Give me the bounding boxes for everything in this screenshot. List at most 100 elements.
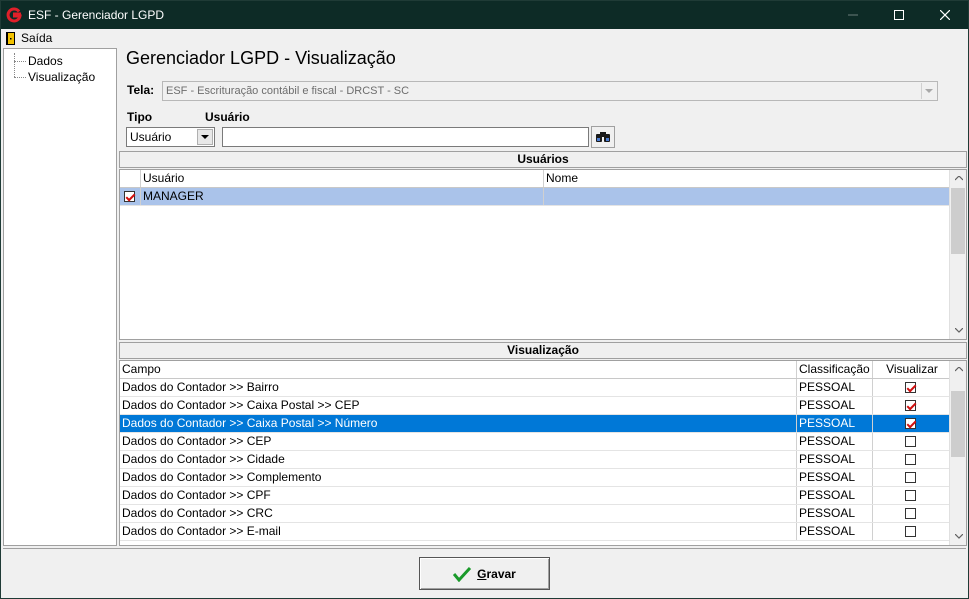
table-row[interactable]: Dados do Contador >> Caixa Postal >> CEP…: [120, 397, 949, 415]
minimize-icon: [848, 14, 858, 16]
visualizar-checkbox[interactable]: [905, 454, 916, 465]
scroll-thumb[interactable]: [951, 188, 965, 254]
table-row[interactable]: Dados do Contador >> E-mail PESSOAL: [120, 523, 949, 541]
cell-campo: Dados do Contador >> Caixa Postal >> CEP: [120, 397, 797, 414]
cell-usuario: MANAGER: [141, 188, 544, 205]
close-button[interactable]: [922, 1, 968, 29]
cell-classificacao: PESSOAL: [797, 469, 873, 486]
cell-campo: Dados do Contador >> Complemento: [120, 469, 797, 486]
gravar-button[interactable]: Gravar: [419, 557, 550, 590]
visualizar-checkbox[interactable]: [905, 436, 916, 447]
column-header-check: [120, 170, 141, 187]
visualizar-checkbox[interactable]: [905, 400, 916, 411]
usuarios-grid: Usuário Nome MANAGER: [119, 169, 967, 340]
row-check-cell: [120, 188, 141, 205]
door-exit-icon: [6, 31, 15, 45]
gravar-rest: ravar: [486, 566, 516, 581]
cell-visualizar: [873, 469, 949, 486]
cell-campo: Dados do Contador >> E-mail: [120, 523, 797, 540]
cell-campo: Dados do Contador >> CPF: [120, 487, 797, 504]
menu-exit-label: Saída: [21, 31, 53, 45]
usuario-input[interactable]: [222, 127, 589, 147]
table-row[interactable]: Dados do Contador >> CPF PESSOAL: [120, 487, 949, 505]
visualizar-checkbox[interactable]: [905, 382, 916, 393]
scroll-thumb[interactable]: [951, 391, 965, 457]
tela-select-value: ESF - Escrituração contábil e fiscal - D…: [166, 85, 410, 97]
cell-classificacao: PESSOAL: [797, 397, 873, 414]
cell-classificacao: PESSOAL: [797, 523, 873, 540]
column-header-visualizar[interactable]: Visualizar: [873, 361, 949, 378]
visualizar-checkbox[interactable]: [905, 418, 916, 429]
tree-item-label: Visualização: [28, 70, 96, 84]
search-button[interactable]: [591, 126, 615, 148]
visualizacao-scrollbar[interactable]: [949, 361, 966, 545]
table-row[interactable]: Dados do Contador >> Cidade PESSOAL: [120, 451, 949, 469]
title-bar: ESF - Gerenciador LGPD: [1, 1, 968, 29]
table-row[interactable]: Dados do Contador >> Bairro PESSOAL: [120, 379, 949, 397]
column-header-usuario[interactable]: Usuário: [141, 170, 544, 187]
visualizacao-section-header: Visualização: [119, 342, 967, 359]
tree-item-dados[interactable]: Dados: [14, 53, 63, 69]
table-row[interactable]: Dados do Contador >> Complemento PESSOAL: [120, 469, 949, 487]
tipo-select[interactable]: Usuário: [126, 127, 215, 147]
minimize-button[interactable]: [830, 1, 876, 29]
visualizacao-grid: Campo Classificação Visualizar Dados do …: [119, 360, 967, 546]
cell-visualizar: [873, 505, 949, 522]
cell-classificacao: PESSOAL: [797, 379, 873, 396]
cell-nome: [544, 188, 949, 205]
cell-classificacao: PESSOAL: [797, 415, 873, 432]
tree-branch: [14, 77, 26, 78]
table-row[interactable]: MANAGER: [120, 188, 949, 206]
gravar-label: Gravar: [477, 567, 516, 581]
cell-campo: Dados do Contador >> Bairro: [120, 379, 797, 396]
column-header-nome[interactable]: Nome: [544, 170, 949, 187]
table-row[interactable]: Dados do Contador >> CRC PESSOAL: [120, 505, 949, 523]
maximize-icon: [894, 10, 904, 20]
page-title: Gerenciador LGPD - Visualização: [126, 48, 396, 68]
tipo-label: Tipo: [127, 110, 153, 124]
column-header-classificacao[interactable]: Classificação: [797, 361, 873, 378]
visualizar-checkbox[interactable]: [905, 472, 916, 483]
cell-campo: Dados do Contador >> CEP: [120, 433, 797, 450]
scroll-up-icon[interactable]: [950, 361, 966, 378]
visualizar-checkbox[interactable]: [905, 508, 916, 519]
cell-visualizar: [873, 379, 949, 396]
cell-visualizar: [873, 523, 949, 540]
row-checkbox[interactable]: [124, 191, 135, 202]
cell-campo: Dados do Contador >> Caixa Postal >> Núm…: [120, 415, 797, 432]
chevron-down-icon: [197, 129, 213, 145]
cell-visualizar: [873, 487, 949, 504]
scroll-down-icon[interactable]: [950, 528, 966, 545]
menu-bar: Saída: [1, 29, 968, 47]
app-logo-icon: [6, 7, 22, 23]
close-icon: [940, 10, 950, 20]
nav-tree: Dados Visualização: [3, 48, 117, 546]
tela-select[interactable]: ESF - Escrituração contábil e fiscal - D…: [162, 81, 938, 101]
cell-classificacao: PESSOAL: [797, 433, 873, 450]
visualizar-checkbox[interactable]: [905, 490, 916, 501]
visualizar-checkbox[interactable]: [905, 526, 916, 537]
tree-item-visualizacao[interactable]: Visualização: [14, 69, 95, 85]
tree-item-label: Dados: [28, 54, 63, 68]
scroll-up-icon[interactable]: [950, 170, 966, 187]
window-title: ESF - Gerenciador LGPD: [28, 8, 165, 22]
column-header-campo[interactable]: Campo: [120, 361, 797, 378]
usuarios-section-header: Usuários: [119, 151, 967, 168]
scroll-down-icon[interactable]: [950, 322, 966, 339]
tela-label: Tela:: [127, 83, 155, 97]
table-row-selected[interactable]: Dados do Contador >> Caixa Postal >> Núm…: [120, 415, 949, 433]
cell-visualizar: [873, 451, 949, 468]
cell-visualizar: [873, 397, 949, 414]
tipo-select-value: Usuário: [130, 130, 172, 144]
maximize-button[interactable]: [876, 1, 922, 29]
table-row[interactable]: Dados do Contador >> CEP PESSOAL: [120, 433, 949, 451]
usuarios-scrollbar[interactable]: [949, 170, 966, 339]
cell-campo: Dados do Contador >> Cidade: [120, 451, 797, 468]
menu-exit[interactable]: Saída: [5, 30, 52, 46]
chevron-down-icon: [921, 83, 936, 99]
app-window: ESF - Gerenciador LGPD Saída Dados Visua…: [0, 0, 969, 599]
visualizacao-grid-header: Campo Classificação Visualizar: [120, 361, 949, 379]
usuario-label: Usuário: [205, 110, 250, 124]
cell-classificacao: PESSOAL: [797, 451, 873, 468]
cell-classificacao: PESSOAL: [797, 487, 873, 504]
